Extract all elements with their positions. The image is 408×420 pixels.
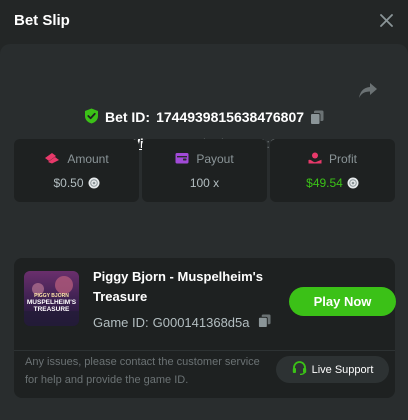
thumb-text-line: MUSPELHEIM'S — [26, 299, 77, 306]
shield-check-icon — [84, 108, 99, 127]
copy-icon[interactable] — [310, 110, 324, 125]
copy-icon[interactable] — [257, 314, 271, 331]
bet-slip-panel: Bet ID: 1744939815638476807 By NoWins On… — [0, 44, 408, 420]
game-id-label: Game ID: — [93, 315, 149, 330]
coins-icon — [44, 152, 60, 167]
game-id-value: G000141368d5a — [152, 315, 250, 330]
bet-stats: Amount $0.50 Payout 100 x Profit $49.54 — [14, 139, 395, 202]
bet-slip-header: Bet Slip — [0, 0, 408, 40]
profit-value: $49.54 — [306, 175, 343, 190]
profit-icon — [308, 152, 322, 167]
payout-stat: Payout 100 x — [142, 139, 267, 202]
game-name[interactable]: Piggy Bjorn - Muspelheim's Treasure — [93, 267, 283, 307]
headset-icon — [292, 361, 307, 378]
modal-title: Bet Slip — [14, 11, 70, 29]
share-icon[interactable] — [358, 82, 378, 100]
play-now-button[interactable]: Play Now — [289, 287, 396, 316]
payout-value: 100 x — [189, 175, 220, 190]
thumb-text-line: TREASURE — [33, 306, 70, 313]
payout-label: Payout — [196, 152, 234, 166]
currency-coin-icon — [347, 177, 359, 189]
amount-stat: Amount $0.50 — [14, 139, 139, 202]
profit-label: Profit — [328, 152, 357, 166]
profit-stat: Profit $49.54 — [270, 139, 395, 202]
game-thumbnail[interactable]: PIGGY BJORN MUSPELHEIM'S TREASURE — [24, 271, 79, 326]
bet-id-label: Bet ID: — [104, 109, 151, 125]
bet-id-value: 1744939815638476807 — [156, 109, 305, 125]
support-notice: Any issues, please contact the customer … — [25, 356, 260, 386]
live-support-label: Live Support — [311, 363, 374, 376]
bet-id-row: Bet ID: 1744939815638476807 — [0, 107, 408, 127]
wallet-icon — [175, 152, 189, 167]
currency-coin-icon — [88, 177, 100, 189]
close-icon[interactable] — [378, 12, 394, 28]
live-support-button[interactable]: Live Support — [276, 356, 389, 383]
amount-value: $0.50 — [53, 175, 84, 190]
game-id-row: Game ID: G000141368d5a — [93, 314, 271, 331]
game-card: PIGGY BJORN MUSPELHEIM'S TREASURE Piggy … — [14, 258, 396, 398]
divider — [14, 350, 395, 351]
amount-label: Amount — [67, 152, 109, 166]
